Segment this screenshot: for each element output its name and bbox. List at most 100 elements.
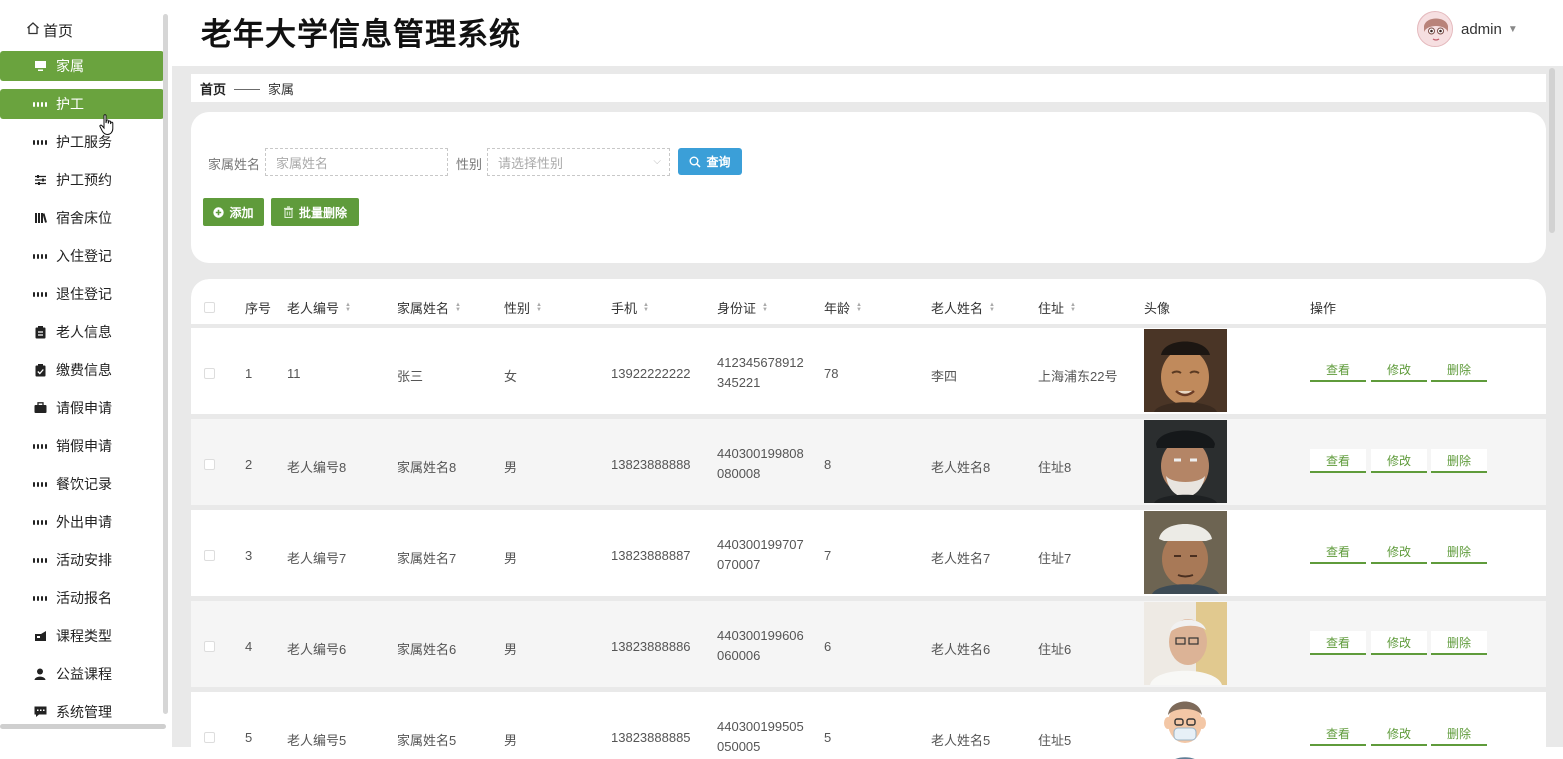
cell-id-card: 440300199808080008 (717, 446, 804, 481)
sidebar-vertical-scrollbar[interactable] (163, 14, 168, 714)
edit-button[interactable]: 修改 (1371, 449, 1427, 473)
row-checkbox[interactable] (204, 641, 215, 652)
row-checkbox[interactable] (204, 368, 215, 379)
column-header-phone[interactable]: 手机 ▲ ▼ (611, 298, 649, 317)
cell-address: 住址5 (1038, 733, 1072, 748)
elder-photo[interactable] (1144, 602, 1227, 685)
cell-family-name: 家属姓名8 (397, 460, 457, 475)
column-header-elder-no[interactable]: 老人编号 ▲ ▼ (287, 298, 351, 317)
cell-id-card: 440300199707070007 (717, 537, 804, 572)
row-checkbox[interactable] (204, 550, 215, 561)
sidebar-item-caregiver-service[interactable]: 护工服务 (0, 127, 164, 157)
row-checkbox[interactable] (204, 459, 215, 470)
sidebar-item-family[interactable]: 家属 (0, 51, 164, 81)
sidebar-item-caregiver-booking[interactable]: 护工预约 (0, 165, 164, 195)
sort-icon[interactable]: ▲ ▼ (643, 302, 649, 313)
query-button-label: 查询 (706, 155, 731, 169)
column-header-gender[interactable]: 性别 ▲ ▼ (504, 298, 542, 317)
select-all-checkbox[interactable] (204, 302, 215, 313)
cell-family-name: 张三 (397, 369, 424, 384)
family-name-input[interactable]: 家属姓名 (265, 148, 448, 176)
sidebar-item-system-admin[interactable]: 系统管理 (0, 697, 164, 727)
delete-button[interactable]: 删除 (1431, 449, 1487, 473)
sidebar-horizontal-scrollbar[interactable] (0, 724, 166, 729)
elder-photo[interactable] (1144, 420, 1227, 503)
cell-elder-name: 老人姓名5 (931, 733, 991, 748)
sort-icon[interactable]: ▲ ▼ (345, 302, 351, 313)
gender-label: 性别 (456, 157, 483, 172)
edit-button[interactable]: 修改 (1371, 358, 1427, 382)
sidebar-item-dorm-bed[interactable]: 宿舍床位 (0, 203, 164, 233)
edit-button[interactable]: 修改 (1371, 540, 1427, 564)
sidebar-home[interactable]: 首页 (26, 20, 73, 40)
cell-age: 5 (824, 730, 832, 745)
sidebar-item-payment[interactable]: 缴费信息 (0, 355, 164, 385)
delete-button[interactable]: 删除 (1431, 540, 1487, 564)
view-button[interactable]: 查看 (1310, 540, 1366, 564)
edit-button[interactable]: 修改 (1371, 722, 1427, 746)
batch-delete-button[interactable]: 批量删除 (271, 198, 359, 226)
sidebar-item-leave-request[interactable]: 请假申请 (0, 393, 164, 423)
elder-photo[interactable] (1144, 511, 1227, 594)
edit-button[interactable]: 修改 (1371, 631, 1427, 655)
view-button[interactable]: 查看 (1310, 631, 1366, 655)
sort-icon[interactable]: ▲ ▼ (536, 302, 542, 313)
sidebar-item-checkin[interactable]: 入住登记 (0, 241, 164, 271)
sidebar-item-elder-info[interactable]: 老人信息 (0, 317, 164, 347)
row-checkbox[interactable] (204, 732, 215, 743)
breadcrumb: 首页 —— 家属 (191, 74, 1546, 102)
sidebar-item-meal-records[interactable]: 餐饮记录 (0, 469, 164, 499)
breadcrumb-home[interactable]: 首页 (200, 79, 226, 98)
sidebar-item-activity-schedule[interactable]: 活动安排 (0, 545, 164, 575)
cell-address: 上海浦东22号 (1038, 369, 1118, 384)
page-vertical-scrollbar[interactable] (1549, 68, 1555, 233)
cell-elder-no: 老人编号5 (287, 733, 347, 748)
view-button[interactable]: 查看 (1310, 722, 1366, 746)
sort-icon[interactable]: ▲ ▼ (762, 302, 768, 313)
sort-icon[interactable]: ▲ ▼ (455, 302, 461, 313)
user-name: admin (1461, 20, 1502, 38)
column-header-address[interactable]: 住址 ▲ ▼ (1038, 298, 1076, 317)
query-button[interactable]: 查询 (678, 148, 742, 175)
user-menu[interactable]: admin ▼ (1417, 11, 1518, 47)
elder-photo[interactable] (1144, 329, 1227, 412)
sidebar-item-label: 销假申请 (56, 438, 112, 454)
search-panel: 家属姓名 家属姓名 性别 请选择性别 ⌵ 查询 添加 批量删除 (191, 112, 1546, 263)
delete-button[interactable]: 删除 (1431, 358, 1487, 382)
search-icon (689, 156, 702, 168)
column-header-age[interactable]: 年龄 ▲ ▼ (824, 298, 862, 317)
sidebar-item-label: 系统管理 (56, 704, 112, 720)
cell-elder-name: 老人姓名7 (931, 551, 991, 566)
sidebar-item-activity-signup[interactable]: 活动报名 (0, 583, 164, 613)
main-area: 老年大学信息管理系统 admin ▼ 首页 —— 家属 家属姓名 家属姓名 性别… (172, 0, 1563, 759)
gender-select[interactable]: 请选择性别 ⌵ (487, 148, 670, 176)
sort-icon[interactable]: ▲ ▼ (1070, 302, 1076, 313)
add-button[interactable]: 添加 (203, 198, 264, 226)
view-button[interactable]: 查看 (1310, 358, 1366, 382)
breadcrumb-separator: —— (234, 80, 261, 96)
delete-button[interactable]: 删除 (1431, 722, 1487, 746)
sidebar-item-course-type[interactable]: 课程类型 (0, 621, 164, 651)
elder-photo[interactable] (1144, 693, 1227, 759)
column-header-id-card[interactable]: 身份证 ▲ ▼ (717, 298, 768, 317)
cell-elder-name: 李四 (931, 369, 958, 384)
sort-icon[interactable]: ▲ ▼ (989, 302, 995, 313)
family-name-label: 家属姓名 (208, 157, 261, 172)
view-button[interactable]: 查看 (1310, 449, 1366, 473)
delete-button[interactable]: 删除 (1431, 631, 1487, 655)
cell-gender: 女 (504, 369, 518, 384)
table-row: 3 老人编号7 家属姓名7 男 13823888887 440300199707… (191, 510, 1546, 596)
sort-icon[interactable]: ▲ ▼ (856, 302, 862, 313)
sidebar-item-label: 请假申请 (56, 400, 112, 416)
grid-icon (33, 97, 47, 111)
cell-id-card: 412345678912345221 (717, 355, 804, 390)
column-header-family-name[interactable]: 家属姓名 ▲ ▼ (397, 298, 461, 317)
cell-phone: 13823888886 (611, 639, 691, 654)
sidebar-item-caregiver[interactable]: 护工 (0, 89, 164, 119)
sidebar-item-label: 课程类型 (56, 628, 112, 644)
sidebar-item-outing-request[interactable]: 外出申请 (0, 507, 164, 537)
sidebar-item-public-course[interactable]: 公益课程 (0, 659, 164, 689)
sidebar-item-leave-cancel[interactable]: 销假申请 (0, 431, 164, 461)
column-header-elder-name[interactable]: 老人姓名 ▲ ▼ (931, 298, 995, 317)
sidebar-item-checkout[interactable]: 退住登记 (0, 279, 164, 309)
